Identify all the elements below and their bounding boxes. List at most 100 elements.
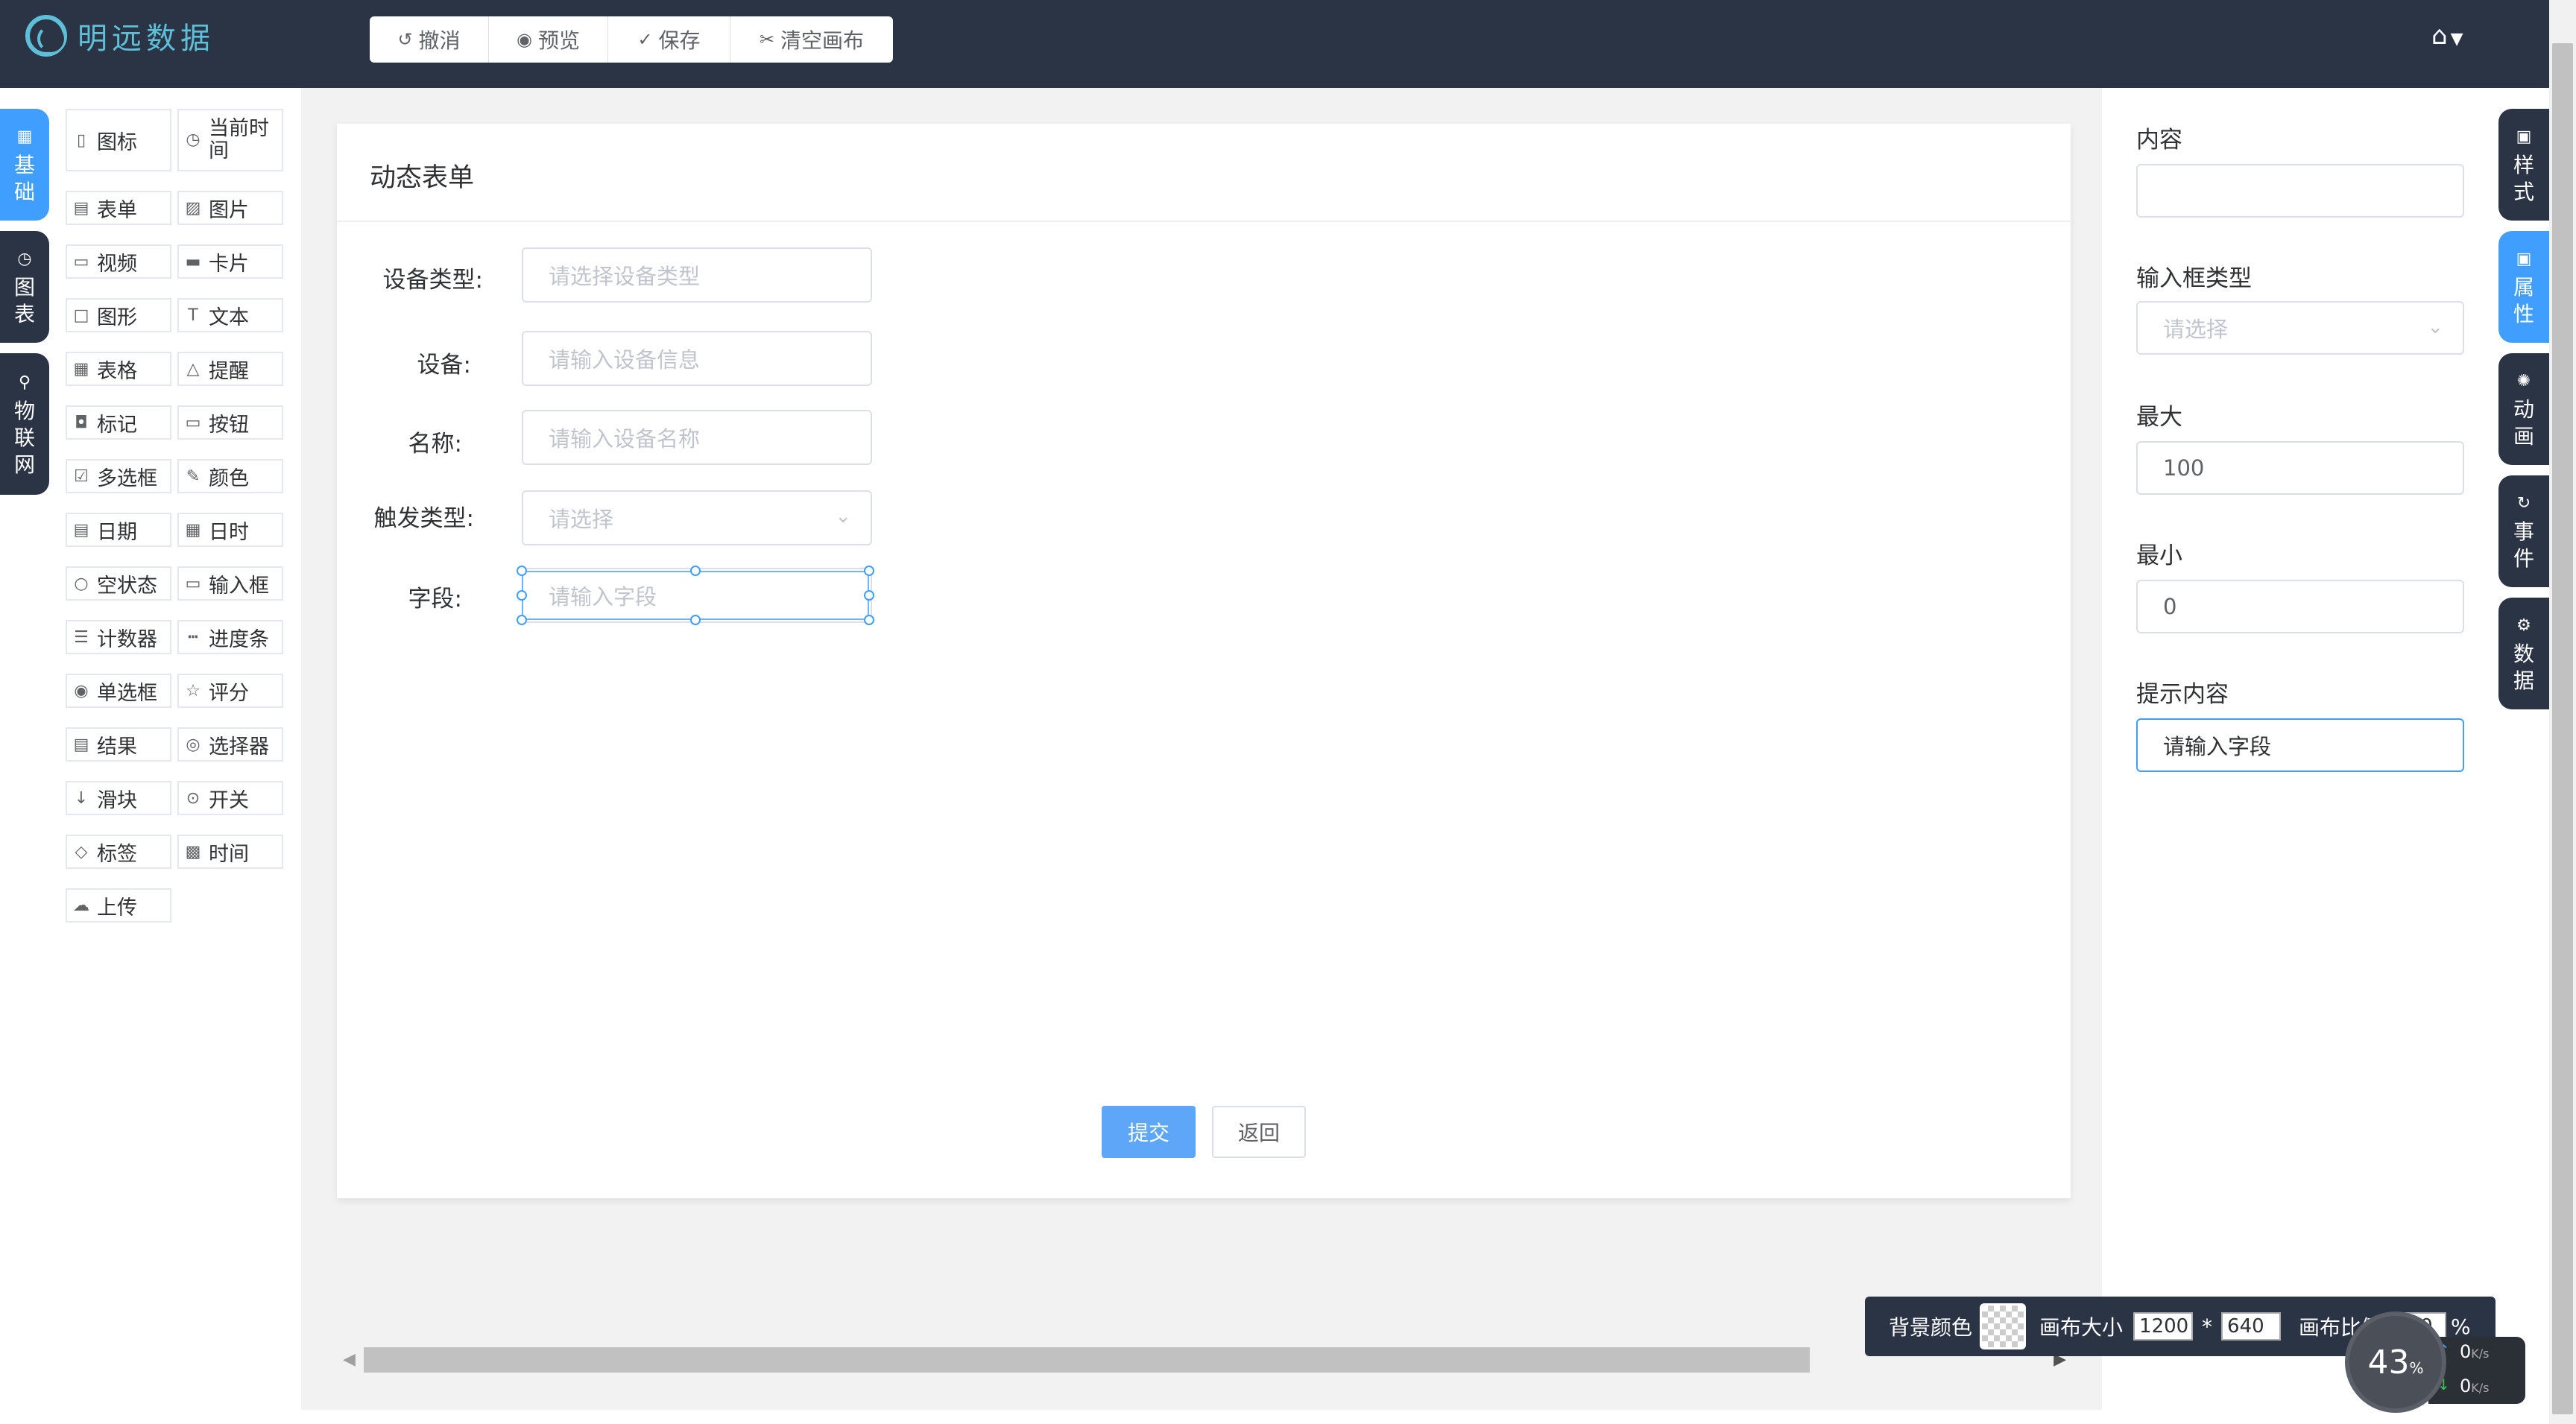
component-empty[interactable]: ○ 空状态 — [66, 566, 171, 601]
resize-handle[interactable] — [517, 590, 527, 601]
component-slider[interactable]: ↓ 滑块 — [66, 781, 171, 815]
component-video[interactable]: ▭ 视频 — [66, 244, 171, 279]
tab-iot[interactable]: ⚲ 物 联 网 — [0, 353, 49, 495]
scroll-thumb[interactable] — [364, 1347, 1810, 1373]
max-input[interactable]: 100 — [2136, 441, 2464, 495]
resize-handle[interactable] — [690, 615, 701, 625]
component-table[interactable]: ▦ 表格 — [66, 352, 171, 386]
component-label: 多选框 — [97, 466, 157, 490]
tag-icon: ◇ — [75, 842, 88, 861]
canvas-height-input[interactable]: 640 — [2221, 1312, 2282, 1341]
tab-data[interactable]: ⚙ 数 据 — [2498, 598, 2549, 709]
component-label: 上传 — [97, 896, 137, 920]
min-input[interactable]: 0 — [2136, 580, 2464, 633]
gauge-unit: % — [2409, 1359, 2424, 1377]
component-tag[interactable]: ◇ 标签 — [66, 835, 171, 869]
download-speed: 0K/s — [2460, 1376, 2490, 1396]
tab-animation-char: 动 — [2513, 397, 2534, 422]
component-marker[interactable]: ◘ 标记 — [66, 405, 171, 440]
component-calendar[interactable]: ▦ 日时 — [177, 513, 283, 547]
component-result[interactable]: ▤ 结果 — [66, 727, 171, 762]
tab-basic[interactable]: ▦ 基 础 — [0, 109, 49, 221]
component-label: 单选框 — [97, 681, 157, 705]
input-type-select[interactable]: 请选择 ⌄ — [2136, 301, 2464, 355]
component-date[interactable]: ▤ 日期 — [66, 513, 171, 547]
component-label: 输入框 — [209, 574, 269, 598]
component-upload[interactable]: ☁ 上传 — [66, 888, 171, 923]
tab-basic-char: 础 — [13, 180, 35, 204]
tab-events[interactable]: ↻ 事 件 — [2498, 475, 2549, 587]
component-label: 进度条 — [209, 627, 269, 651]
chevron-down-icon: ⌄ — [2427, 316, 2443, 338]
resize-handle[interactable] — [517, 615, 527, 625]
bg-color-swatch[interactable] — [1980, 1303, 2027, 1349]
resize-handle[interactable] — [517, 566, 527, 576]
device-input[interactable]: 请输入设备信息 — [522, 331, 872, 386]
tab-properties[interactable]: ▣ 属 性 — [2498, 231, 2549, 343]
component-input[interactable]: ▭ 输入框 — [177, 566, 283, 601]
component-checkbox[interactable]: ☑ 多选框 — [66, 459, 171, 493]
horizontal-scrollbar[interactable]: ◀ ▶ — [337, 1347, 2071, 1373]
component-pin[interactable]: ▯ 图标 — [66, 109, 171, 171]
scissors-icon: ✂ — [759, 29, 775, 50]
input-type-placeholder: 请选择 — [2163, 317, 2229, 342]
component-warning[interactable]: △ 提醒 — [177, 352, 283, 386]
component-shape[interactable]: □ 图形 — [66, 298, 171, 332]
form-divider — [337, 221, 2071, 222]
component-card[interactable]: ▬ 卡片 — [177, 244, 283, 279]
component-counter[interactable]: ☰ 计数器 — [66, 620, 171, 654]
component-button[interactable]: ▭ 按钮 — [177, 405, 283, 440]
time-icon: ▩ — [185, 842, 201, 861]
component-label: 提醒 — [209, 359, 249, 383]
component-star[interactable]: ☆ 评分 — [177, 674, 283, 708]
tab-data-char: 数 — [2513, 642, 2534, 666]
chevron-down-icon: ⌄ — [835, 505, 851, 528]
network-monitor[interactable]: ↑ 0K/s ↓ 0K/s 43% — [2345, 1307, 2525, 1417]
component-form[interactable]: ▤ 表单 — [66, 191, 171, 225]
trigger-type-select[interactable]: 请选择 ⌄ — [522, 490, 872, 545]
component-label: 日期 — [97, 520, 137, 544]
component-progress[interactable]: ┅ 进度条 — [177, 620, 283, 654]
undo-button[interactable]: ↺ 撤消 — [370, 16, 489, 63]
scroll-thumb[interactable] — [2552, 43, 2573, 1414]
field-label-name: 名称: — [408, 431, 462, 458]
component-brush[interactable]: ✎ 颜色 — [177, 459, 283, 493]
device-type-input[interactable]: 请选择设备类型 — [522, 247, 872, 303]
component-switch[interactable]: ⊙ 开关 — [177, 781, 283, 815]
component-label: 卡片 — [209, 252, 249, 276]
component-text[interactable]: T 文本 — [177, 298, 283, 332]
logo-icon — [25, 15, 67, 57]
tab-basic-char: 基 — [13, 153, 35, 177]
gauge-percent: 43 — [2367, 1343, 2410, 1382]
tab-style[interactable]: ▣ 样 式 — [2498, 109, 2549, 221]
resize-handle[interactable] — [864, 566, 874, 576]
tab-animation[interactable]: ✺ 动 画 — [2498, 353, 2549, 465]
name-input[interactable]: 请输入设备名称 — [522, 410, 872, 465]
component-image[interactable]: ▨ 图片 — [177, 191, 283, 225]
save-button[interactable]: ✓ 保存 — [608, 16, 730, 63]
animation-icon: ✺ — [2516, 372, 2531, 390]
resize-handle[interactable] — [690, 566, 701, 576]
tab-charts[interactable]: ◷ 图 表 — [0, 231, 49, 343]
home-menu[interactable]: ⌂ ▼ — [2431, 21, 2463, 51]
preview-button[interactable]: ◉ 预览 — [489, 16, 608, 63]
component-clock[interactable]: ◷ 当前时间 — [177, 109, 283, 171]
component-radio[interactable]: ◉ 单选框 — [66, 674, 171, 708]
selection-box[interactable] — [522, 571, 869, 620]
hint-input[interactable]: 请输入字段 — [2136, 718, 2464, 772]
component-label: 时间 — [209, 842, 249, 866]
content-input[interactable] — [2136, 164, 2464, 218]
resize-handle[interactable] — [864, 590, 874, 601]
scroll-left-icon[interactable]: ◀ — [343, 1350, 356, 1369]
vertical-scrollbar[interactable] — [2549, 0, 2576, 1424]
form-icon: ▤ — [73, 198, 89, 218]
hint-label: 提示内容 — [2136, 681, 2229, 708]
component-select[interactable]: ◎ 选择器 — [177, 727, 283, 762]
canvas-width-input[interactable]: 1200 — [2133, 1312, 2194, 1341]
submit-button[interactable]: 提交 — [1102, 1106, 1196, 1158]
back-button[interactable]: 返回 — [1212, 1106, 1306, 1158]
resize-handle[interactable] — [864, 615, 874, 625]
component-time[interactable]: ▩ 时间 — [177, 835, 283, 869]
clear-canvas-button[interactable]: ✂ 清空画布 — [730, 16, 893, 63]
clear-canvas-label: 清空画布 — [780, 28, 865, 53]
